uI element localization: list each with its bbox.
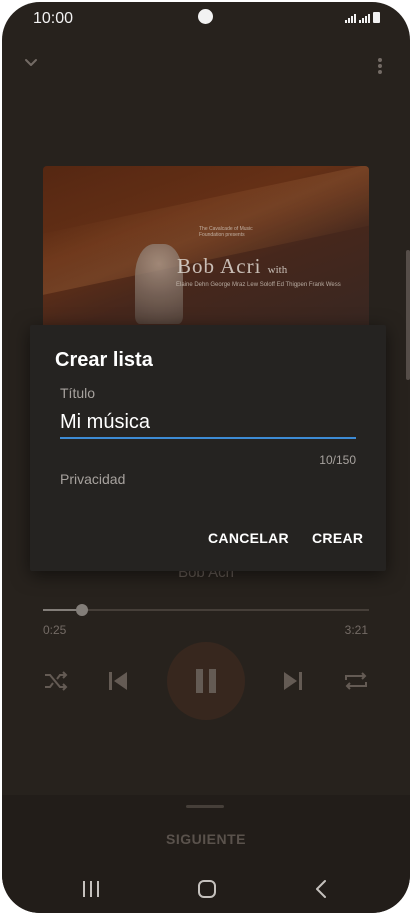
character-counter: 10/150	[319, 453, 356, 467]
cancel-button[interactable]: CANCELAR	[204, 523, 293, 553]
dialog-title: Crear lista	[55, 349, 153, 371]
title-field-label: Título	[60, 385, 96, 401]
screen: 10:00 The Cavalcade of Music Foundation …	[2, 2, 410, 913]
playlist-title-input[interactable]	[60, 407, 356, 439]
phone-frame: 10:00 The Cavalcade of Music Foundation …	[0, 0, 412, 915]
create-playlist-dialog: Crear lista Título 10/150 Privacidad CAN…	[30, 325, 386, 571]
create-button[interactable]: CREAR	[308, 523, 367, 553]
privacy-label[interactable]: Privacidad	[60, 471, 125, 487]
